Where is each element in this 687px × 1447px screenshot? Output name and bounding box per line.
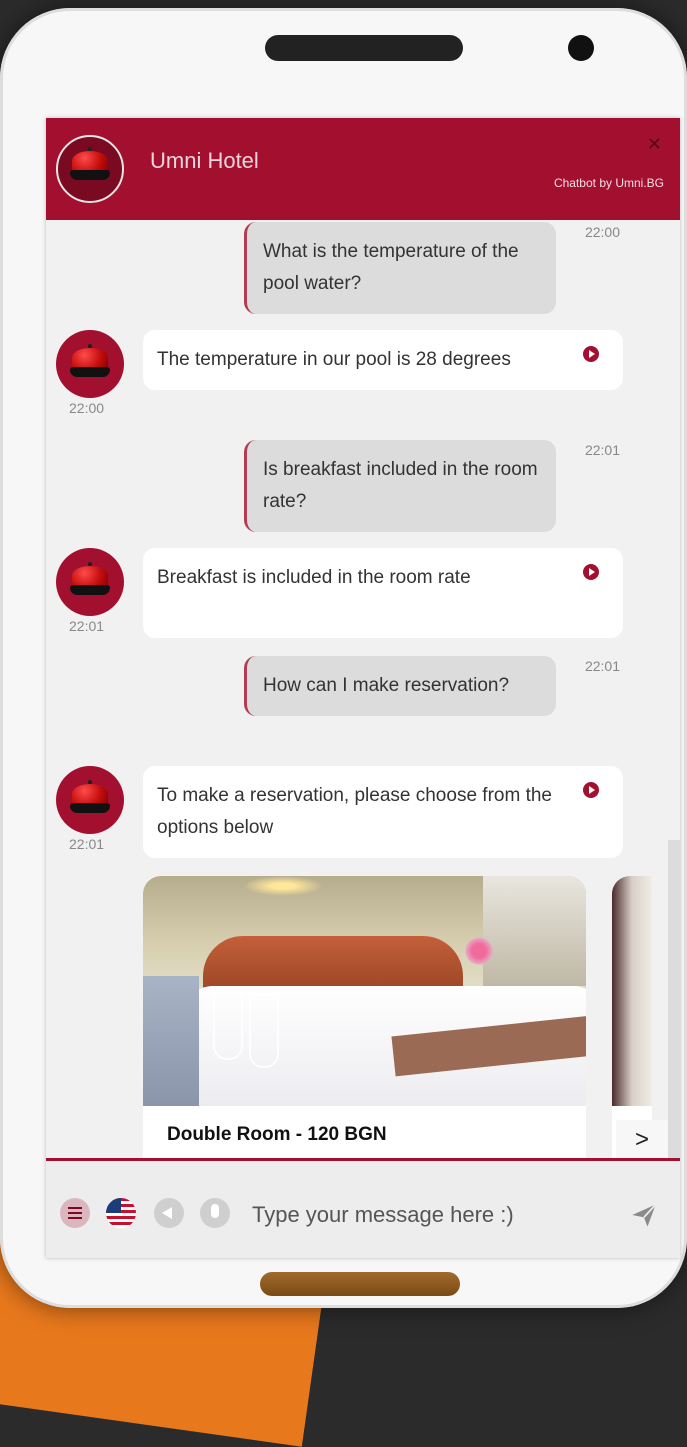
hotel-logo-bell-icon: [56, 135, 124, 203]
room-card-title: Double Room - 120 BGN: [167, 1124, 387, 1145]
play-icon[interactable]: [583, 782, 599, 798]
scrollbar[interactable]: [668, 840, 680, 1158]
close-icon[interactable]: ✕: [647, 134, 662, 155]
message-time: 22:01: [69, 618, 105, 634]
us-flag-icon[interactable]: [106, 1198, 136, 1228]
message-time: 22:01: [584, 442, 620, 458]
message-composer: [46, 1158, 680, 1258]
bot-message: The temperature in our pool is 28 degree…: [143, 330, 623, 390]
bot-avatar-bell-icon: [56, 548, 124, 616]
phone-speaker: [265, 35, 463, 61]
bot-message: To make a reservation, please choose fro…: [143, 766, 623, 858]
message-time: 22:00: [584, 224, 620, 240]
message-time: 22:01: [69, 836, 105, 852]
phone-home-bar: [260, 1272, 460, 1296]
menu-icon[interactable]: [60, 1198, 90, 1228]
bot-message: Breakfast is included in the room rate: [143, 548, 623, 638]
phone-camera: [568, 35, 594, 61]
send-icon[interactable]: [630, 1201, 658, 1229]
message-time: 22:00: [69, 400, 105, 416]
phone-frame: Umni Hotel Chatbot by Umni.BG ✕ 22:00 Wh…: [0, 8, 687, 1308]
play-icon[interactable]: [583, 564, 599, 580]
message-time: 22:01: [584, 658, 620, 674]
message-list[interactable]: 22:00 What is the temperature of the poo…: [46, 220, 680, 1158]
bot-message-text: The temperature in our pool is 28 degree…: [157, 349, 511, 370]
bot-avatar-bell-icon: [56, 330, 124, 398]
bot-message-text: Breakfast is included in the room rate: [157, 567, 471, 588]
room-card[interactable]: Double Room - 120 BGN: [143, 876, 586, 1158]
carousel-next-button[interactable]: >: [616, 1120, 668, 1158]
bot-message-text: To make a reservation, please choose fro…: [157, 785, 552, 838]
bot-avatar-bell-icon: [56, 766, 124, 834]
user-message: How can I make reservation?: [244, 656, 556, 716]
microphone-icon[interactable]: [200, 1198, 230, 1228]
user-message: Is breakfast included in the room rate?: [244, 440, 556, 532]
user-message: What is the temperature of the pool wate…: [244, 222, 556, 314]
room-photo: [143, 876, 586, 1106]
room-card-next-peek[interactable]: [612, 876, 652, 1158]
play-icon[interactable]: [583, 346, 599, 362]
message-input[interactable]: [250, 1197, 614, 1233]
speaker-icon[interactable]: [154, 1198, 184, 1228]
chat-header: Umni Hotel Chatbot by Umni.BG ✕: [46, 118, 680, 220]
chatbot-byline[interactable]: Chatbot by Umni.BG: [554, 176, 664, 190]
chat-widget: Umni Hotel Chatbot by Umni.BG ✕ 22:00 Wh…: [46, 118, 680, 1258]
chat-title: Umni Hotel: [150, 148, 259, 173]
